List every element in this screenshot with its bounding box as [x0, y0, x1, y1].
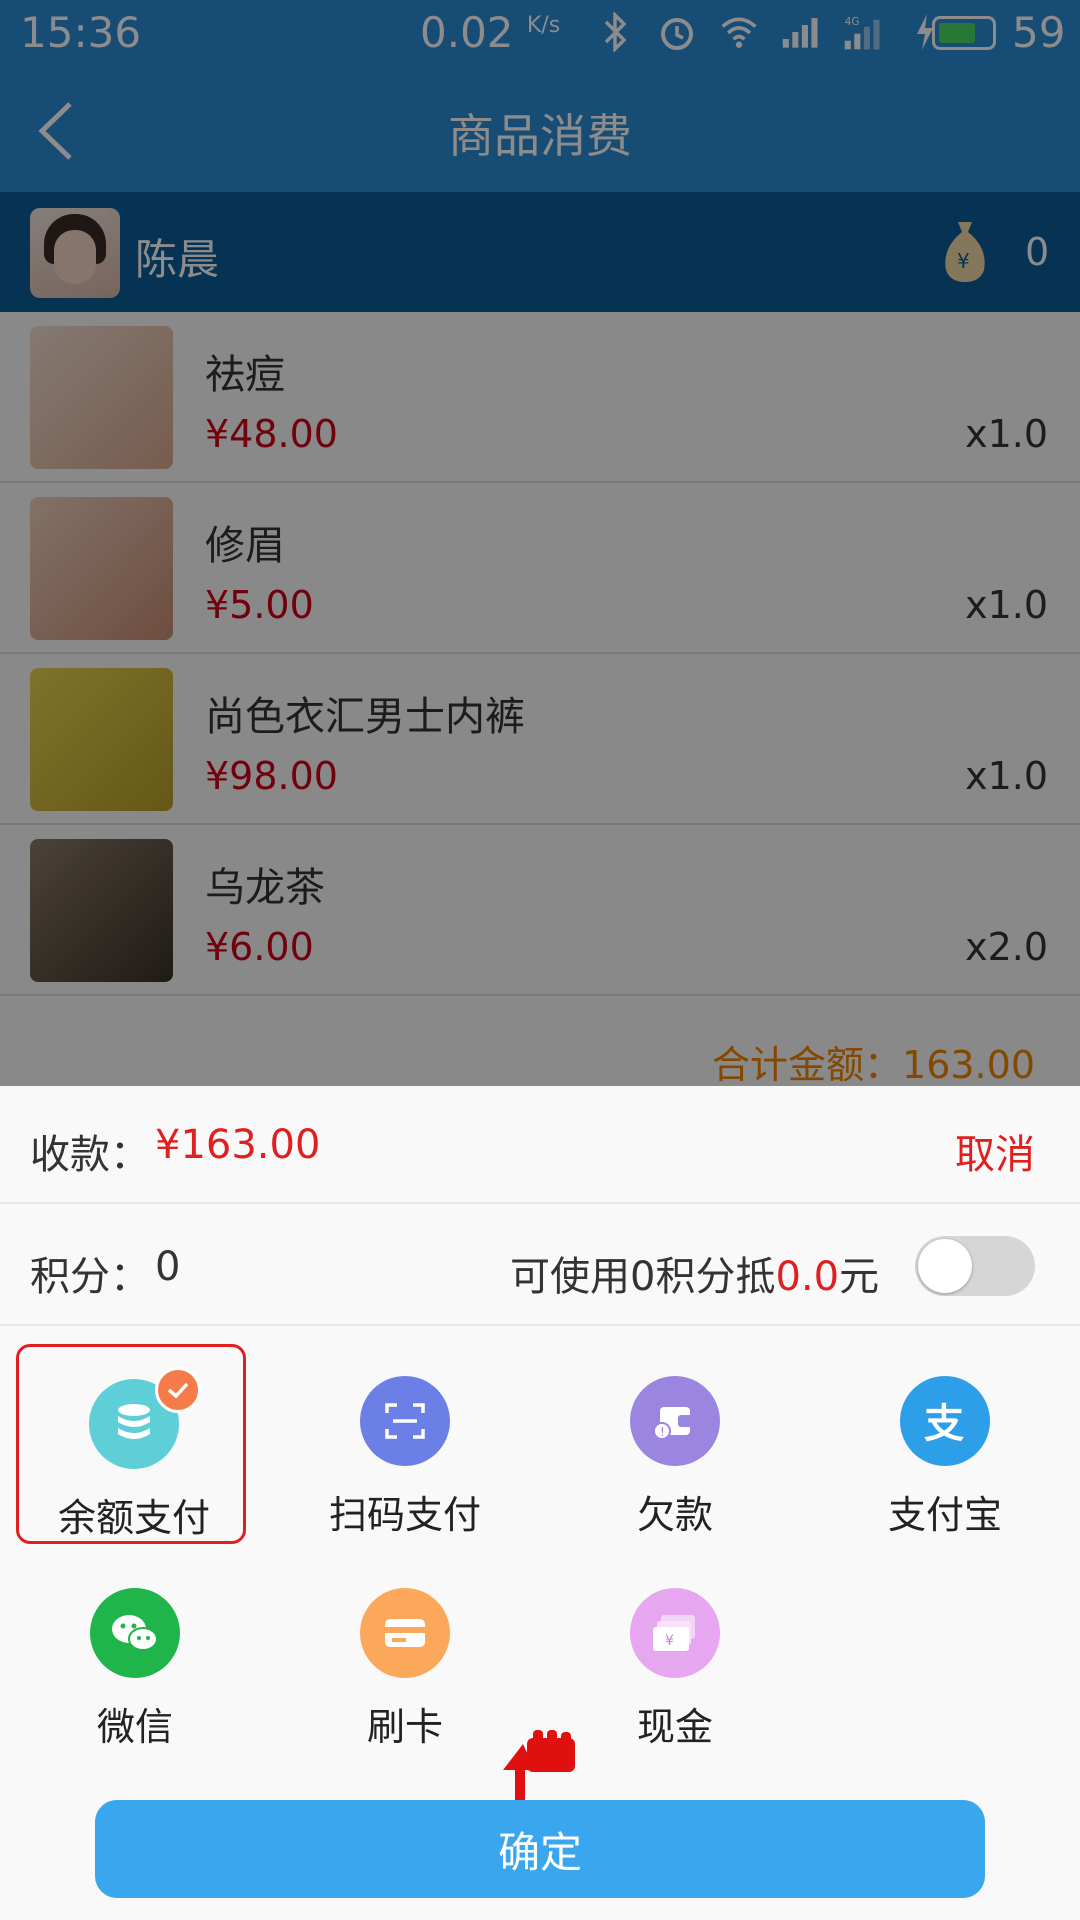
svg-text:支: 支 [924, 1401, 964, 1443]
points-label: 积分： [30, 1254, 150, 1300]
payment-method-cash[interactable]: ¥ 现金 [560, 1556, 790, 1756]
payment-method-balance[interactable]: 余额支付 [16, 1344, 246, 1544]
payment-method-label: 微信 [96, 1705, 173, 1749]
payment-method-credit[interactable]: ! 欠款 [560, 1344, 790, 1544]
payment-method-label: 现金 [636, 1705, 713, 1749]
svg-text:!: ! [660, 1425, 665, 1439]
payment-method-label: 刷卡 [366, 1705, 443, 1749]
points-toggle[interactable] [915, 1236, 1035, 1296]
wallet-icon: ! [630, 1376, 720, 1466]
scan-icon [360, 1376, 450, 1466]
payment-method-label: 欠款 [636, 1493, 713, 1537]
payment-method-alipay[interactable]: 支 支付宝 [830, 1344, 1060, 1544]
points-deduction-text: 可使用0积分抵0.0元 [510, 1254, 880, 1300]
confirm-button[interactable]: 确定 [95, 1800, 985, 1898]
wechat-icon [90, 1588, 180, 1678]
payment-method-wechat[interactable]: 微信 [20, 1556, 250, 1756]
payment-method-label: 余额支付 [57, 1496, 210, 1540]
points-value: 0 [155, 1244, 181, 1290]
payment-method-label: 支付宝 [887, 1493, 1002, 1537]
payment-amount-row: 收款： ¥163.00 取消 [0, 1086, 1080, 1204]
payment-amount: ¥163.00 [155, 1122, 321, 1168]
checkmark-icon [155, 1367, 201, 1413]
card-icon [360, 1588, 450, 1678]
payment-method-label: 扫码支付 [328, 1493, 481, 1537]
points-row: 积分： 0 可使用0积分抵0.0元 [0, 1206, 1080, 1326]
payment-method-card[interactable]: 刷卡 [290, 1556, 520, 1756]
payment-method-scan[interactable]: 扫码支付 [290, 1344, 520, 1544]
payment-label: 收款： [30, 1132, 150, 1178]
cash-icon: ¥ [630, 1588, 720, 1678]
alipay-icon: 支 [900, 1376, 990, 1466]
cancel-button[interactable]: 取消 [955, 1122, 1035, 1180]
svg-text:¥: ¥ [665, 1633, 674, 1649]
